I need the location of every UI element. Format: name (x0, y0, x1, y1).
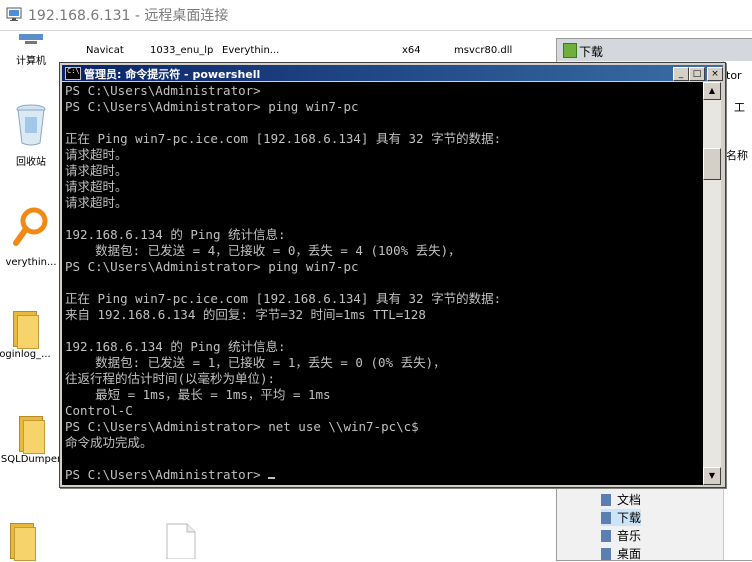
console-line: 数据包: 已发送 = 1，已接收 = 1，丢失 = 0 (0% 丢失)， (65, 355, 446, 370)
maximize-button[interactable]: □ (689, 67, 705, 81)
desktop-label-msvcr80[interactable]: msvcr80.dll (454, 45, 512, 56)
powershell-console-window[interactable]: 管理员: 命令提示符 - powershell _ □ × PS C:\User… (59, 62, 726, 488)
desktop-icon-label: verythin... (5, 257, 57, 268)
explorer-title: 下载 (579, 45, 604, 59)
scroll-down-icon[interactable]: ▼ (703, 467, 721, 485)
folder-download-icon (563, 43, 577, 58)
desktop-label-x64[interactable]: x64 (402, 45, 421, 56)
console-line: PS C:\Users\Administrator> net use \\win… (65, 419, 419, 434)
desktop-icon (601, 548, 611, 560)
desktop-icon-oginlog[interactable]: oginlog_... (0, 311, 56, 360)
console-scrollbar[interactable]: ▲ ▼ (703, 82, 721, 485)
rdp-window-title: 192.168.6.131 - 远程桌面连接 (28, 8, 229, 24)
console-line: PS C:\Users\Administrator> (65, 467, 269, 482)
console-line: 请求超时。 (65, 195, 128, 210)
console-line: 来自 192.168.6.134 的回复: 字节=32 时间=1ms TTL=1… (65, 307, 426, 322)
desktop-icon-computer[interactable]: 计算机 (0, 31, 62, 67)
desktop-label-everything[interactable]: Everythin... (222, 45, 279, 56)
console-line: PS C:\Users\Administrator> ping win7-pc (65, 99, 359, 114)
console-line: 192.168.6.134 的 Ping 统计信息: (65, 339, 286, 354)
folder-icon (11, 311, 39, 349)
console-title: 管理员: 命令提示符 - powershell (84, 68, 261, 81)
explorer-column-header-name[interactable]: 名称 (726, 147, 748, 163)
explorer-title-bar[interactable]: 下载 (557, 39, 752, 61)
console-line: 请求超时。 (65, 163, 128, 178)
console-title-bar[interactable]: 管理员: 命令提示符 - powershell _ □ × (62, 65, 723, 81)
folder-icon[interactable] (8, 523, 36, 561)
console-text: PS C:\Users\Administrator> PS C:\Users\A… (65, 83, 501, 483)
desktop-icon-recycle-bin[interactable]: 回收站 (0, 103, 62, 168)
nav-item-downloads[interactable]: 下载 (601, 509, 642, 526)
console-output[interactable]: PS C:\Users\Administrator> PS C:\Users\A… (62, 82, 703, 485)
nav-item-documents[interactable]: 文档 (601, 491, 641, 508)
console-line: 192.168.6.134 的 Ping 统计信息: (65, 227, 286, 242)
scroll-thumb[interactable] (703, 148, 721, 180)
desktop-label-1033[interactable]: 1033_enu_lp (150, 45, 213, 56)
console-line: 命令成功完成。 (65, 435, 153, 450)
console-line: 正在 Ping win7-pc.ice.com [192.168.6.134] … (65, 131, 502, 146)
folder-icon (17, 416, 45, 454)
computer-icon (19, 34, 43, 44)
console-line: Control-C (65, 403, 133, 418)
documents-icon (601, 494, 611, 506)
desktop-icon-sqldumper[interactable]: SQLDumper (0, 416, 62, 465)
desktop-icon-label: SQLDumper (0, 454, 62, 465)
desktop-icon-everything[interactable]: verythin... (0, 207, 62, 268)
rdp-title-bar: 192.168.6.131 - 远程桌面连接 (0, 0, 752, 31)
everything-icon (13, 207, 48, 246)
minimize-button[interactable]: _ (673, 67, 689, 81)
remote-desktop-icon (6, 7, 22, 21)
desktop-icon-label: oginlog_... (0, 349, 51, 360)
desktop-icon-label: 回收站 (16, 157, 46, 168)
downloads-icon (601, 512, 611, 524)
nav-item-desktop[interactable]: 桌面 (601, 545, 641, 562)
text-cursor (268, 477, 276, 479)
console-line: 正在 Ping win7-pc.ice.com [192.168.6.134] … (65, 291, 502, 306)
explorer-side-text: 工 (734, 101, 745, 114)
console-line: 请求超时。 (65, 179, 128, 194)
console-line: 最短 = 1ms，最长 = 1ms，平均 = 1ms (65, 387, 331, 402)
nav-item-music[interactable]: 音乐 (601, 527, 641, 544)
desktop-icon-label: 计算机 (16, 56, 46, 67)
music-icon (601, 530, 611, 542)
close-button[interactable]: × (707, 67, 723, 81)
file-icon[interactable] (166, 523, 196, 559)
console-line: 请求超时。 (65, 147, 128, 162)
recycle-bin-icon (16, 104, 46, 146)
explorer-side-text: tor (726, 69, 742, 82)
console-line: 数据包: 已发送 = 4，已接收 = 0，丢失 = 4 (100% 丢失)， (65, 243, 461, 258)
explorer-content-pane: tor 工 名称 (723, 61, 752, 560)
console-line: PS C:\Users\Administrator> ping win7-pc (65, 259, 359, 274)
desktop-label-navicat[interactable]: Navicat (86, 45, 124, 56)
console-line: 往返行程的估计时间(以毫秒为单位): (65, 371, 276, 386)
scroll-up-icon[interactable]: ▲ (703, 82, 721, 100)
console-icon (65, 67, 81, 80)
console-line: PS C:\Users\Administrator> (65, 83, 261, 98)
